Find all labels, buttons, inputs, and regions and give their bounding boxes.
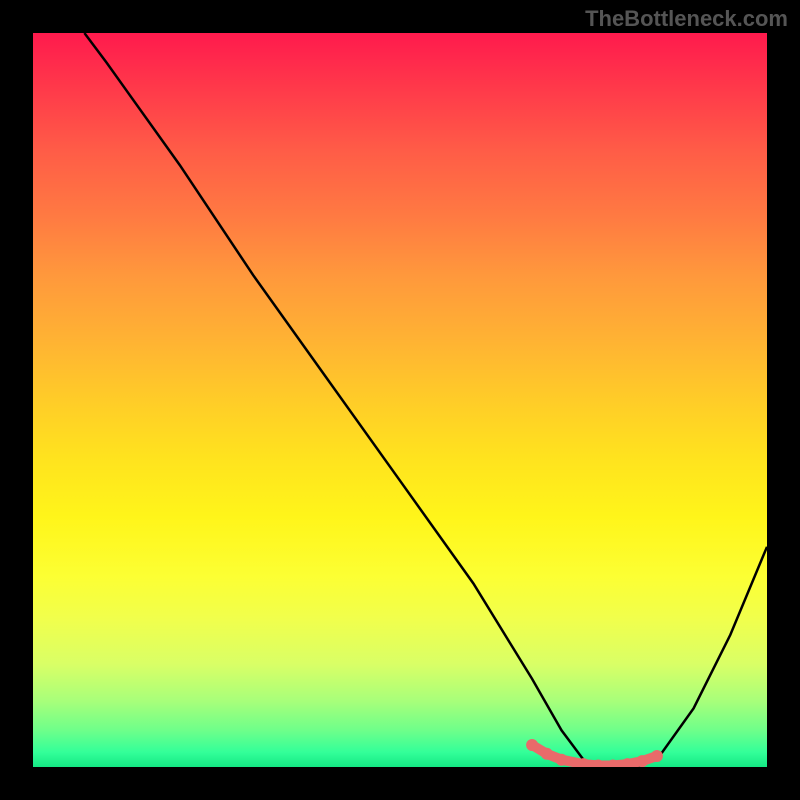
marker-dot [651,750,663,762]
bottleneck-curve [84,33,767,767]
chart-svg [33,33,767,767]
marker-group [526,739,663,767]
chart-plot-area [33,33,767,767]
marker-dot [636,755,648,767]
marker-dot [556,754,568,766]
marker-dot [541,748,553,760]
marker-dot [526,739,538,751]
watermark-text: TheBottleneck.com [585,6,788,32]
